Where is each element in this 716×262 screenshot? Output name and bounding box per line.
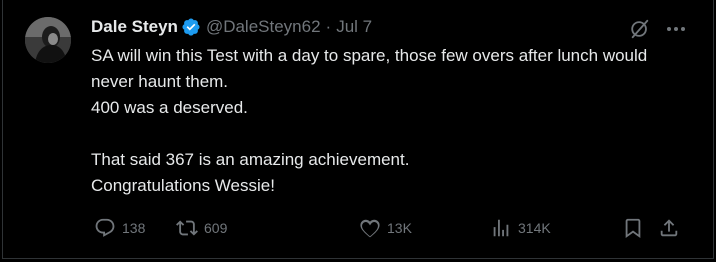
views-button[interactable]: 314K xyxy=(490,214,551,242)
like-button[interactable]: 13K xyxy=(359,214,412,242)
reply-icon xyxy=(95,218,115,237)
more-dot xyxy=(667,27,671,31)
like-count: 13K xyxy=(387,220,412,236)
views-chart-icon xyxy=(493,219,509,237)
repost-icon xyxy=(176,220,198,236)
more-icon[interactable] xyxy=(663,19,689,39)
bookmark-button[interactable] xyxy=(622,214,644,242)
separator-dot: · xyxy=(325,17,332,36)
avatar-photo xyxy=(25,17,71,63)
tweet-card[interactable]: Dale Steyn @DaleSteyn62 · Jul 7 SA will … xyxy=(2,0,714,259)
share-button[interactable] xyxy=(658,214,680,242)
more-dot xyxy=(681,27,685,31)
share-icon xyxy=(660,219,678,237)
author-name[interactable]: Dale Steyn xyxy=(91,17,178,37)
reply-count: 138 xyxy=(122,220,146,236)
tweet-header: Dale Steyn @DaleSteyn62 · Jul 7 xyxy=(91,15,372,39)
views-count: 314K xyxy=(518,220,551,236)
tweet-actions: 138 609 13K 314K xyxy=(91,214,691,242)
grok-icon[interactable] xyxy=(629,18,651,40)
tweet-date[interactable]: Jul 7 xyxy=(336,17,372,37)
reply-button[interactable]: 138 xyxy=(94,214,145,242)
more-dot xyxy=(674,27,678,31)
bookmark-icon xyxy=(625,218,641,239)
repost-count: 609 xyxy=(204,220,228,236)
author-handle[interactable]: @DaleSteyn62 xyxy=(206,17,321,37)
heart-icon xyxy=(360,219,380,238)
repost-button[interactable]: 609 xyxy=(176,214,227,242)
verified-badge-icon xyxy=(182,18,200,36)
avatar[interactable] xyxy=(25,17,71,63)
tweet-text: SA will win this Test with a day to spar… xyxy=(91,46,648,195)
